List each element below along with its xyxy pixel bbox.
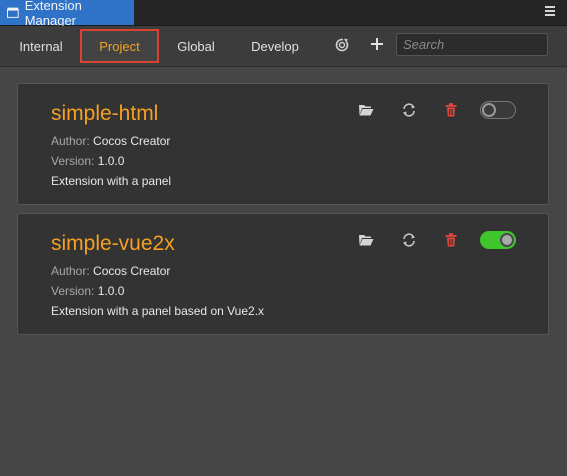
tab-global[interactable]: Global xyxy=(168,29,224,63)
tab-internal[interactable]: Internal xyxy=(12,29,70,63)
extension-description: Extension with a panel based on Vue2.x xyxy=(51,304,265,318)
toggle-knob xyxy=(482,103,496,117)
author-value: Cocos Creator xyxy=(93,264,171,278)
enable-toggle[interactable] xyxy=(480,231,516,249)
version-label: Version: xyxy=(51,284,95,298)
extension-card: simple-html Author: Cocos Creator Versio… xyxy=(17,83,549,205)
author-line: Author: Cocos Creator xyxy=(51,264,170,278)
extension-card: simple-vue2x Author: Cocos Creator Versi… xyxy=(17,213,549,335)
extension-description: Extension with a panel xyxy=(51,174,172,188)
toolbar: Internal Project Global Develop xyxy=(0,26,567,67)
add-icon[interactable] xyxy=(369,36,385,52)
version-label: Version: xyxy=(51,154,95,168)
title-bar: Extension Manager xyxy=(0,0,567,28)
extension-name: simple-html xyxy=(51,102,159,125)
extension-name: simple-vue2x xyxy=(51,232,175,255)
tab-project[interactable]: Project xyxy=(80,29,159,63)
tab-develop[interactable]: Develop xyxy=(244,29,306,63)
version-value: 1.0.0 xyxy=(97,284,125,298)
trash-icon[interactable] xyxy=(443,232,459,248)
window-title: Extension Manager xyxy=(24,0,82,28)
author-label: Author: xyxy=(51,134,90,148)
box-icon xyxy=(7,7,19,18)
search-input[interactable] xyxy=(396,33,548,56)
version-line: Version: 1.0.0 xyxy=(51,284,124,298)
author-line: Author: Cocos Creator xyxy=(51,134,170,148)
trash-icon[interactable] xyxy=(443,102,459,118)
enable-toggle[interactable] xyxy=(480,101,516,119)
reload-icon[interactable] xyxy=(401,102,417,118)
author-value: Cocos Creator xyxy=(93,134,171,148)
hamburger-menu-icon[interactable] xyxy=(545,6,555,18)
folder-open-icon[interactable] xyxy=(358,232,374,248)
version-line: Version: 1.0.0 xyxy=(51,154,124,168)
reload-icon[interactable] xyxy=(401,232,417,248)
folder-open-icon[interactable] xyxy=(358,102,374,118)
panel-tab[interactable]: Extension Manager xyxy=(0,0,134,28)
toggle-knob xyxy=(500,233,514,247)
refresh-icon[interactable] xyxy=(334,37,350,53)
version-value: 1.0.0 xyxy=(97,154,125,168)
author-label: Author: xyxy=(51,264,90,278)
extension-manager-window: Extension Manager Internal Project Globa… xyxy=(0,0,567,476)
